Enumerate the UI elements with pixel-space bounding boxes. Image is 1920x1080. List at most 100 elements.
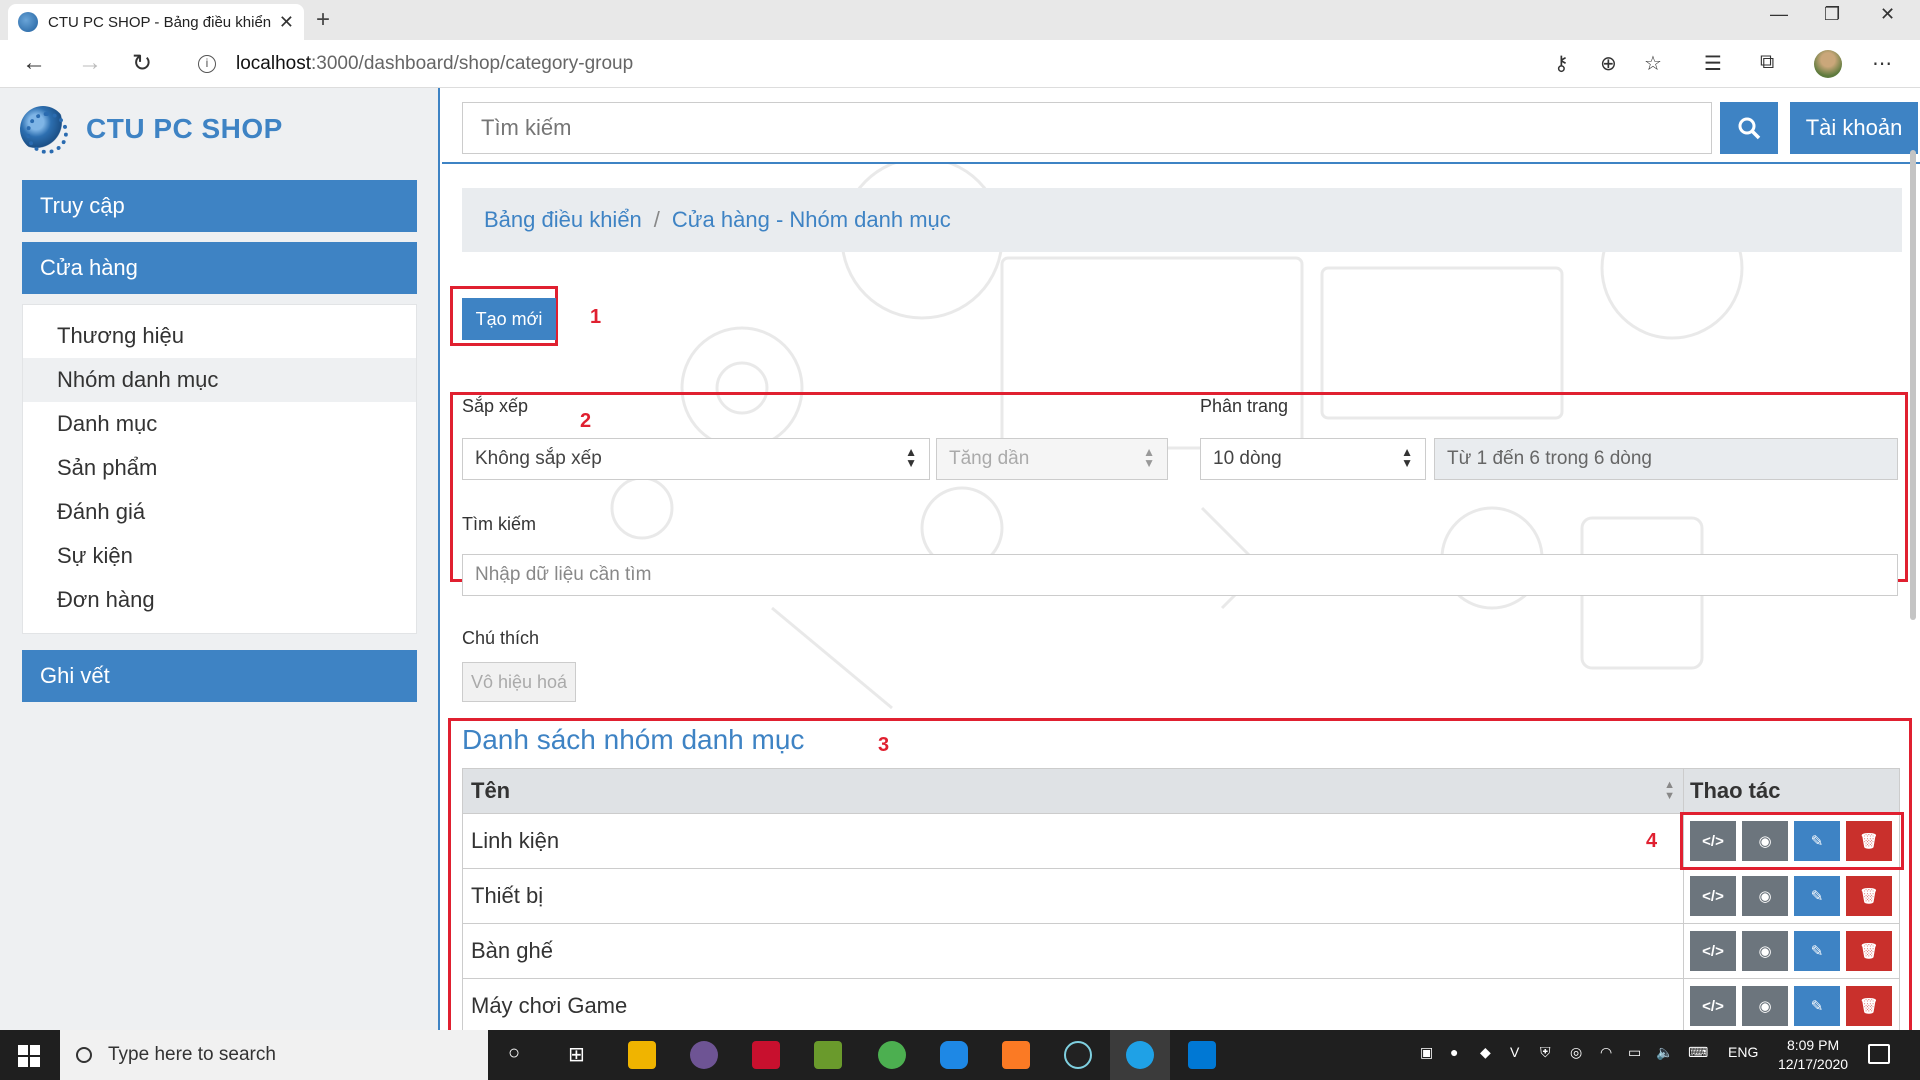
task-view-icon[interactable]: ⊞ [568, 1042, 585, 1067]
zalo-icon[interactable] [940, 1041, 968, 1069]
minimize-icon[interactable]: — [1770, 4, 1788, 25]
cortana-icon[interactable]: ○ [508, 1042, 520, 1065]
tray-vivaldi-icon[interactable]: V [1510, 1044, 1519, 1060]
notification-icon[interactable] [1868, 1044, 1890, 1064]
tray-nvidia-icon[interactable]: ◆ [1480, 1044, 1491, 1061]
edge-icon[interactable] [1126, 1041, 1154, 1069]
start-windows-icon[interactable] [18, 1045, 40, 1067]
garena-icon[interactable] [752, 1041, 780, 1069]
page-scrollbar[interactable] [1910, 150, 1916, 620]
vscode-icon[interactable] [1188, 1041, 1216, 1069]
brand-logo-icon [20, 106, 68, 154]
account-button[interactable]: Tài khoản [1790, 102, 1918, 154]
row-actions: </> ◉ ✎ 🗑 [1683, 869, 1899, 923]
collections-icon[interactable]: ⧉ [1760, 51, 1774, 74]
wifi-icon[interactable]: ◠ [1600, 1044, 1612, 1061]
tray-shield-icon[interactable]: ⛨ [1540, 1044, 1551, 1061]
maximize-icon[interactable]: ❐ [1824, 4, 1840, 25]
close-tab-icon[interactable]: ✕ [279, 12, 294, 33]
row-name: Máy chơi Game [471, 993, 628, 1018]
edit-button[interactable]: ✎ [1794, 931, 1840, 971]
view-button[interactable]: ◉ [1742, 986, 1788, 1026]
breadcrumb-separator: / [653, 207, 660, 232]
trash-icon: 🗑 [1859, 888, 1879, 905]
create-new-button[interactable]: Tạo mới [462, 298, 556, 340]
file-explorer-icon[interactable] [628, 1041, 656, 1069]
browser-toolbar: ← → ↻ i localhost:3000/dashboard/shop/ca… [0, 40, 1920, 88]
search-button[interactable] [1720, 102, 1778, 154]
code-button[interactable]: </> [1690, 986, 1736, 1026]
browser-tab[interactable]: CTU PC SHOP - Bảng điều khiển ✕ [8, 4, 304, 40]
volume-icon[interactable]: 🔈 [1656, 1044, 1673, 1061]
refresh-icon[interactable]: ↻ [132, 49, 152, 78]
sidebar-item-event[interactable]: Sự kiện [23, 534, 416, 578]
order-select[interactable]: Tăng dần ▲ ▼ [936, 438, 1168, 480]
address-bar[interactable]: i localhost:3000/dashboard/shop/category… [180, 46, 1540, 82]
delete-button[interactable]: 🗑 [1846, 931, 1892, 971]
sort-select-value: Không sắp xếp [475, 448, 602, 469]
filter-input[interactable]: Nhập dữ liệu cần tìm [462, 554, 1898, 596]
clock-time: 8:09 PM [1786, 1037, 1840, 1053]
menu-shop[interactable]: Cửa hàng [22, 242, 417, 294]
site-info-icon[interactable]: i [198, 55, 216, 73]
page-size-select[interactable]: 10 dòng ▲ ▼ [1200, 438, 1426, 480]
column-name-label: Tên [471, 778, 511, 803]
table-row: Bàn ghế </> ◉ ✎ 🗑 [462, 924, 1900, 979]
view-button[interactable]: ◉ [1742, 931, 1788, 971]
row-actions: </> ◉ ✎ 🗑 [1683, 979, 1899, 1030]
chrome-like-icon[interactable] [878, 1041, 906, 1069]
profile-avatar[interactable] [1814, 50, 1842, 78]
taskbar-clock[interactable]: 8:09 PM 12/17/2020 [1778, 1036, 1848, 1074]
taskbar-search[interactable]: Type here to search [60, 1030, 488, 1080]
sidebar-item-review[interactable]: Đánh giá [23, 490, 416, 534]
clock-date: 12/17/2020 [1778, 1056, 1849, 1072]
sidebar-item-brand[interactable]: Thương hiệu [23, 314, 416, 358]
close-window-icon[interactable]: ✕ [1880, 4, 1895, 25]
breadcrumb-dashboard[interactable]: Bảng điều khiển [484, 207, 642, 233]
new-tab-icon[interactable]: + [316, 6, 330, 34]
back-icon[interactable]: ← [22, 49, 46, 77]
sidebar-item-category[interactable]: Danh mục [23, 402, 416, 446]
more-options-icon[interactable]: ⋯ [1872, 51, 1892, 76]
forward-icon[interactable]: → [78, 49, 102, 77]
sidebar-item-product[interactable]: Sản phẩm [23, 446, 416, 490]
view-button[interactable]: ◉ [1742, 876, 1788, 916]
github-icon[interactable] [690, 1041, 718, 1069]
column-name-header[interactable]: Tên ▲ ▼ [463, 769, 1683, 813]
row-name: Bàn ghế [471, 938, 553, 963]
tray-zalo-icon[interactable]: ● [1450, 1044, 1458, 1060]
menu-access[interactable]: Truy cập [22, 180, 417, 232]
nox-icon[interactable] [1064, 1041, 1092, 1069]
tray-xampp-icon[interactable]: ▣ [1420, 1044, 1433, 1061]
key-icon[interactable]: ⚷ [1554, 51, 1569, 76]
code-button[interactable]: </> [1690, 931, 1736, 971]
zoom-icon[interactable]: ⊕ [1600, 51, 1617, 76]
tray-nox-icon[interactable]: ◎ [1570, 1044, 1582, 1061]
xampp-icon[interactable] [1002, 1041, 1030, 1069]
trash-icon: 🗑 [1859, 998, 1879, 1015]
delete-button[interactable]: 🗑 [1846, 986, 1892, 1026]
sort-select[interactable]: Không sắp xếp ▲ ▼ [462, 438, 930, 480]
battery-icon[interactable]: ▭ [1628, 1044, 1641, 1061]
menu-log[interactable]: Ghi vết [22, 650, 417, 702]
breadcrumb-current: Cửa hàng - Nhóm danh mục [671, 207, 951, 232]
brand-name: CTU PC SHOP [86, 113, 283, 144]
favorite-star-icon[interactable]: ☆ [1644, 51, 1662, 76]
language-indicator[interactable]: ENG [1728, 1044, 1758, 1060]
spreadsheet-app-icon[interactable] [814, 1041, 842, 1069]
sidebar-item-order[interactable]: Đơn hàng [23, 578, 416, 622]
delete-button[interactable]: 🗑 [1846, 876, 1892, 916]
sort-icon[interactable]: ▲ ▼ [1664, 780, 1675, 802]
global-search-input[interactable] [462, 102, 1712, 154]
search-icon [76, 1047, 92, 1063]
sidebar-item-category-group[interactable]: Nhóm danh mục [23, 358, 416, 402]
edit-button[interactable]: ✎ [1794, 876, 1840, 916]
favorites-list-icon[interactable]: ☰ [1704, 51, 1722, 76]
brand[interactable]: CTU PC SHOP [20, 106, 283, 154]
keyboard-icon[interactable]: ⌨ [1688, 1044, 1708, 1061]
disabled-note-button[interactable]: Vô hiệu hoá [462, 662, 576, 702]
url-host: localhost [236, 53, 311, 74]
code-icon: </> [1702, 997, 1724, 1015]
edit-button[interactable]: ✎ [1794, 986, 1840, 1026]
code-button[interactable]: </> [1690, 876, 1736, 916]
